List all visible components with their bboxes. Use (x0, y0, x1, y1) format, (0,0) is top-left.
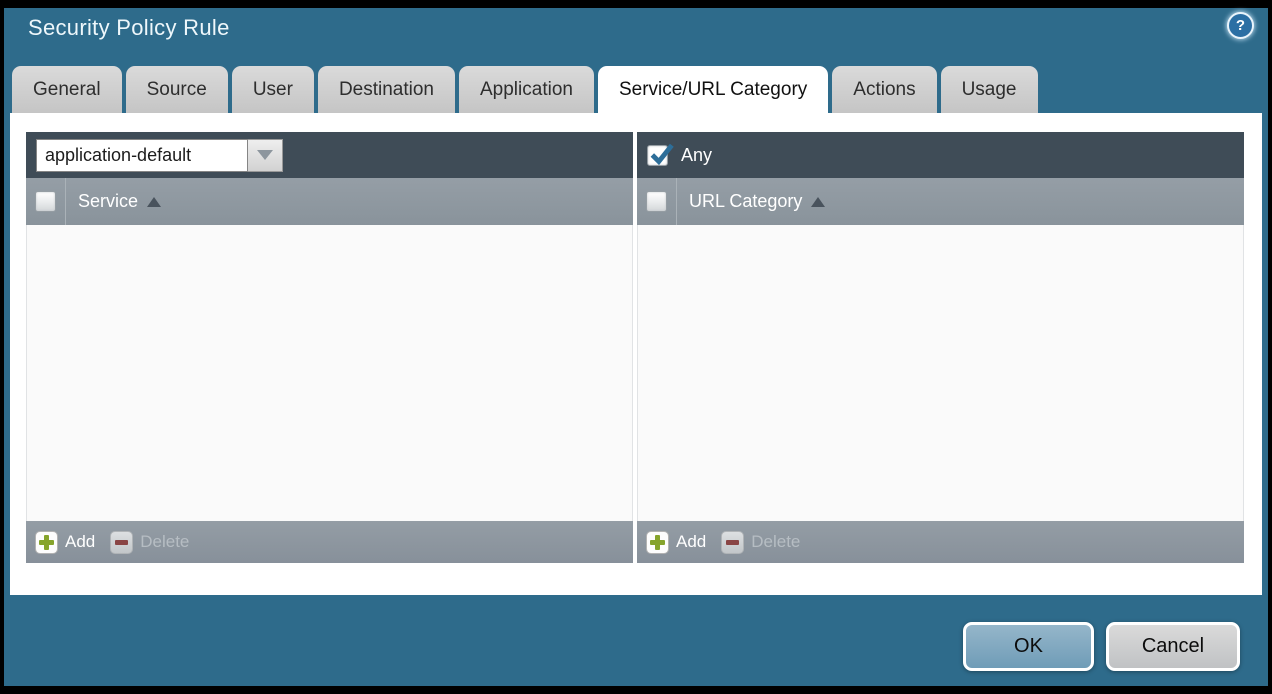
add-label: Add (65, 532, 95, 552)
url-category-select-all-checkbox[interactable] (646, 191, 667, 212)
service-list-body (26, 225, 633, 521)
url-category-panel: Any URL Category Add Delete (637, 132, 1244, 563)
any-label: Any (681, 145, 712, 166)
chevron-down-icon (257, 150, 273, 160)
question-mark-glyph: ? (1236, 17, 1245, 34)
url-category-panel-header: Any (637, 132, 1244, 178)
tab-destination[interactable]: Destination (318, 66, 455, 113)
tab-usage[interactable]: Usage (941, 66, 1038, 113)
service-combo (36, 139, 283, 172)
column-separator (676, 178, 677, 225)
delete-label: Delete (140, 532, 189, 552)
delete-label: Delete (751, 532, 800, 552)
minus-icon (721, 531, 744, 554)
url-category-column-label: URL Category (689, 191, 802, 212)
tab-application[interactable]: Application (459, 66, 594, 113)
security-policy-rule-dialog: Security Policy Rule ? General Source Us… (0, 0, 1272, 694)
tab-service-url-category[interactable]: Service/URL Category (598, 66, 828, 113)
sort-ascending-icon (811, 197, 825, 207)
service-dropdown-input[interactable] (36, 139, 248, 172)
tab-actions[interactable]: Actions (832, 66, 936, 113)
add-label: Add (676, 532, 706, 552)
url-category-delete-button[interactable]: Delete (721, 531, 800, 554)
service-panel-footer: Add Delete (26, 521, 633, 563)
dialog-title: Security Policy Rule (28, 15, 230, 41)
service-select-all-checkbox[interactable] (35, 191, 56, 212)
service-panel: Service Add Delete (26, 132, 633, 563)
tab-general[interactable]: General (12, 66, 122, 113)
tab-source[interactable]: Source (126, 66, 228, 113)
plus-icon (646, 531, 669, 554)
service-column-label: Service (78, 191, 138, 212)
url-category-list-body (637, 225, 1244, 521)
url-category-add-button[interactable]: Add (646, 531, 706, 554)
cancel-button[interactable]: Cancel (1106, 622, 1240, 671)
service-dropdown-button[interactable] (248, 139, 283, 172)
service-column-header[interactable]: Service (26, 178, 633, 225)
dialog-content: Service Add Delete (10, 113, 1262, 595)
url-category-column-header[interactable]: URL Category (637, 178, 1244, 225)
tab-bar: General Source User Destination Applicat… (12, 66, 1038, 113)
plus-icon (35, 531, 58, 554)
service-panel-header (26, 132, 633, 178)
service-delete-button[interactable]: Delete (110, 531, 189, 554)
column-separator (65, 178, 66, 225)
minus-icon (110, 531, 133, 554)
service-add-button[interactable]: Add (35, 531, 95, 554)
sort-ascending-icon (147, 197, 161, 207)
any-checkbox[interactable] (647, 145, 668, 166)
ok-button[interactable]: OK (963, 622, 1094, 671)
tab-user[interactable]: User (232, 66, 314, 113)
help-icon[interactable]: ? (1227, 12, 1254, 39)
url-category-panel-footer: Add Delete (637, 521, 1244, 563)
checkmark-icon (648, 142, 674, 168)
